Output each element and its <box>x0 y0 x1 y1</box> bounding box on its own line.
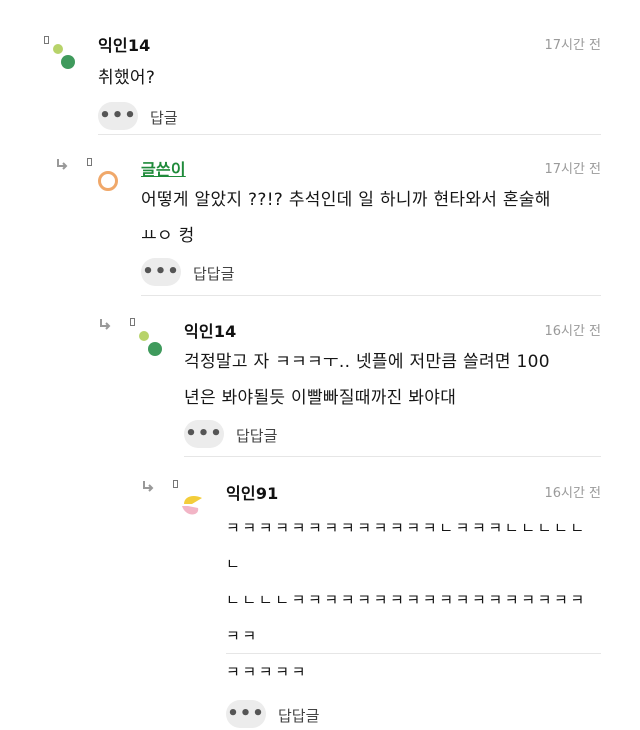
divider <box>184 456 601 457</box>
comment-2: 글쓴이 17시간 전 어떻게 알았지 ??!? 추석인데 일 하니까 현타와서 … <box>141 156 601 288</box>
comment-text: 어떻게 알았지 ??!? 추석인데 일 하니까 현타와서 혼술해 ㅛㅇ 컹 <box>141 182 601 254</box>
comment-time: 17시간 전 <box>544 162 601 177</box>
comment-marker-icon <box>130 318 135 326</box>
comment-line: 걱정말고 자 ㅋㅋㅋㅜ.. 넷플에 저만큼 쓸려면 100 <box>184 352 550 372</box>
avatar-icon <box>182 496 202 515</box>
comment-line: 어떻게 알았지 ??!? 추석인데 일 하니까 현타와서 혼술해 <box>141 190 551 210</box>
comment-line: 년은 봐야될듯 이빨빠질때까진 봐야대 <box>184 388 457 408</box>
more-options-button[interactable]: ••• <box>184 420 224 448</box>
more-options-button[interactable]: ••• <box>226 700 266 728</box>
comment-marker-icon <box>44 36 49 44</box>
comment-time: 16시간 전 <box>544 486 601 501</box>
reply-button[interactable]: 답답글 <box>193 263 234 284</box>
comment-time: 17시간 전 <box>544 38 601 53</box>
comment-author[interactable]: 글쓴이 <box>141 156 186 180</box>
comment-line: ㄴㄴㄴㄴㅋㅋㅋㅋㅋㅋㅋㅋㅋㅋㅋㅋㅋㅋㅋㅋㅋㅋㅋㅋ <box>226 591 587 645</box>
comment-text: ㅋㅋㅋㅋㅋㅋㅋㅋㅋㅋㅋㅋㅋㄴㅋㅋㅋㄴㄴㄴㄴㄴㄴ ㄴㄴㄴㄴㅋㅋㅋㅋㅋㅋㅋㅋㅋㅋㅋㅋ… <box>226 510 601 690</box>
divider <box>141 295 601 296</box>
more-options-button[interactable]: ••• <box>98 102 138 130</box>
more-options-button[interactable]: ••• <box>141 258 181 286</box>
comment-author[interactable]: 익인91 <box>226 480 279 504</box>
reply-button[interactable]: 답글 <box>150 107 178 128</box>
comment-marker-icon <box>173 480 178 488</box>
comment-3: 익인14 16시간 전 걱정말고 자 ㅋㅋㅋㅜ.. 넷플에 저만큼 쓸려면 10… <box>184 318 601 450</box>
comment-marker-icon <box>87 158 92 166</box>
comment-time: 16시간 전 <box>544 324 601 339</box>
avatar-dot-small <box>53 44 63 54</box>
comment-line: ㅋㅋㅋㅋㅋㅋㅋㅋㅋㅋㅋㅋㅋㄴㅋㅋㅋㄴㄴㄴㄴㄴㄴ <box>226 519 587 573</box>
avatar-dot-small <box>139 331 149 341</box>
ellipsis-icon: ••• <box>227 703 265 724</box>
comment-text: 취했어? <box>98 60 601 96</box>
reply-arrow-icon <box>57 159 68 170</box>
divider <box>98 134 601 135</box>
divider <box>226 653 601 654</box>
comment-line: ㅛㅇ 컹 <box>141 226 195 246</box>
comment-author[interactable]: 익인14 <box>184 318 237 342</box>
comment-thread: 익인14 17시간 전 취했어? ••• 답글 글쓴이 17시간 전 어떻게 알… <box>0 0 640 728</box>
avatar-dot-large <box>61 55 75 69</box>
comment-line: ㅋㅋㅋㅋㅋ <box>226 663 309 681</box>
ellipsis-icon: ••• <box>142 261 180 282</box>
reply-arrow-icon <box>100 319 111 330</box>
comment-1: 익인14 17시간 전 취했어? ••• 답글 <box>98 32 601 132</box>
comment-4: 익인91 16시간 전 ㅋㅋㅋㅋㅋㅋㅋㅋㅋㅋㅋㅋㅋㄴㅋㅋㅋㄴㄴㄴㄴㄴㄴ ㄴㄴㄴㄴ… <box>226 480 601 730</box>
ellipsis-icon: ••• <box>99 105 137 126</box>
reply-button[interactable]: 답답글 <box>236 425 277 446</box>
comment-line: 취했어? <box>98 68 156 88</box>
avatar-dot-large <box>148 342 162 356</box>
comment-author[interactable]: 익인14 <box>98 32 151 56</box>
comment-text: 걱정말고 자 ㅋㅋㅋㅜ.. 넷플에 저만큼 쓸려면 100 년은 봐야될듯 이빨… <box>184 344 601 416</box>
writer-avatar-icon <box>98 171 118 191</box>
reply-arrow-icon <box>143 481 154 492</box>
reply-button[interactable]: 답답글 <box>278 705 319 726</box>
ellipsis-icon: ••• <box>185 423 223 444</box>
